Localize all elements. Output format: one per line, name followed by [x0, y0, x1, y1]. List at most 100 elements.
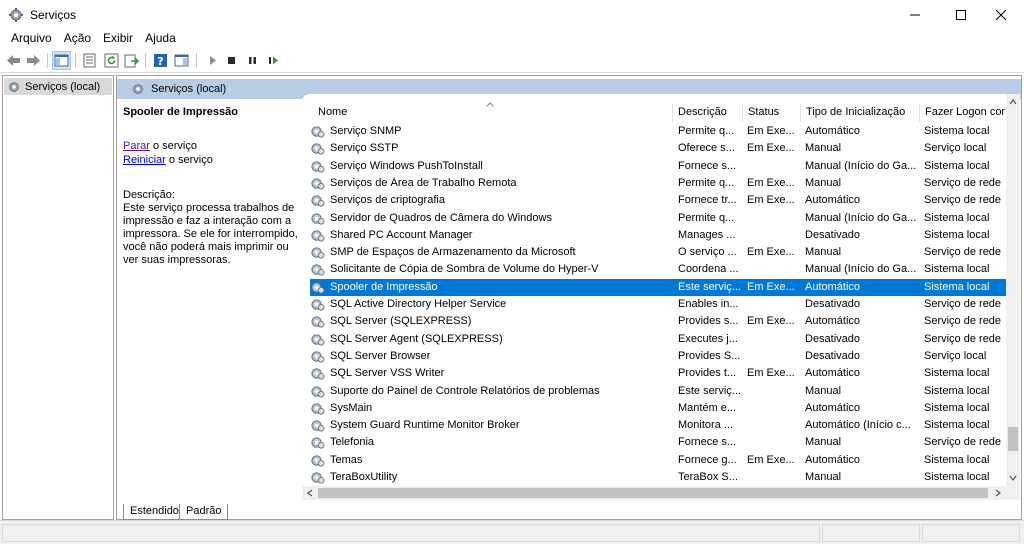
console-tree-icon	[54, 54, 69, 67]
service-description-cell: Este serviç...	[678, 280, 741, 293]
table-row[interactable]: SQL Server VSS Writer Provides t... Em Exe…	[310, 365, 1006, 382]
table-row[interactable]: Serviço SSTP Oferece s... Em Exe... Manual S…	[310, 140, 1006, 157]
vertical-scrollbar[interactable]	[1006, 94, 1020, 486]
pause-service-button[interactable]	[243, 51, 262, 70]
export-list-button[interactable]	[122, 51, 141, 70]
service-name-cell: Serviços de Área de Trabalho Remota	[330, 176, 517, 189]
action-pane-icon	[174, 54, 189, 67]
service-gear-icon	[311, 403, 325, 415]
menu-acao[interactable]: Ação	[58, 30, 97, 48]
service-startup-cell: Automático	[805, 280, 861, 293]
column-separator[interactable]	[800, 104, 801, 122]
service-logon-cell: Serviço de rede	[924, 246, 1002, 259]
stop-service-link[interactable]: Parar	[123, 140, 150, 152]
tab-estendido[interactable]: Estendido	[123, 504, 186, 520]
table-row[interactable]: SMP de Espaços de Armazenamento da Micro…	[310, 244, 1006, 261]
service-status-cell: Em Exe...	[747, 125, 795, 137]
service-rows: Serviço SNMP Permite q... Em Exe... Automát…	[302, 123, 1006, 485]
column-header-startup-type[interactable]: Tipo de Inicialização	[806, 106, 905, 118]
table-row[interactable]: Serviço Windows PushToInstall Fornece s..…	[310, 158, 1006, 175]
service-name-cell: Suporte do Painel de Controle Relatórios…	[330, 384, 600, 397]
table-row[interactable]: SysMain Mantém e... Automático Sistema loca…	[310, 400, 1006, 417]
column-separator[interactable]	[742, 104, 743, 122]
service-name-cell: SMP de Espaços de Armazenamento da Micro…	[330, 246, 576, 259]
service-name-cell: SysMain	[330, 401, 373, 414]
view-tabs: Estendido Padrão	[119, 502, 419, 522]
table-row[interactable]: Servidor de Quadros de Câmera do Windows…	[310, 210, 1006, 227]
vertical-scroll-thumb[interactable]	[1008, 427, 1018, 451]
panel-header-label: Serviços (local)	[151, 83, 227, 95]
table-row[interactable]: TeraBoxUtility TeraBox S... Manual Sistema …	[310, 469, 1006, 485]
scroll-left-icon[interactable]	[306, 489, 314, 497]
properties-button[interactable]	[80, 51, 99, 70]
maximize-icon	[956, 10, 966, 20]
menu-exibir[interactable]: Exibir	[97, 30, 139, 48]
table-row[interactable]: Serviços de criptografia Fornece tr... Em …	[310, 192, 1006, 209]
table-row[interactable]: Solicitante de Cópia de Sombra de Volume…	[310, 261, 1006, 278]
tab-padrao[interactable]: Padrão	[179, 504, 229, 520]
table-row[interactable]: SQL Server Browser Provides S... Desativad…	[310, 348, 1006, 365]
column-separator[interactable]	[672, 104, 673, 122]
scroll-right-icon[interactable]	[994, 489, 1002, 497]
column-header-name[interactable]: Nome	[318, 106, 347, 118]
service-gear-icon	[311, 178, 325, 190]
restart-service-link[interactable]: Reiniciar	[123, 154, 166, 166]
menu-ajuda[interactable]: Ajuda	[139, 30, 182, 48]
service-description-cell: Oferece s...	[678, 142, 735, 155]
close-button[interactable]	[978, 0, 1024, 30]
service-logon-cell: Serviço local	[924, 349, 987, 362]
horizontal-scroll-thumb[interactable]	[318, 488, 988, 498]
tree-item-services-local[interactable]: Serviços (local)	[4, 78, 112, 95]
service-description-cell: Permite q...	[678, 211, 735, 224]
service-logon-cell: Sistema local	[924, 384, 990, 397]
column-header-description[interactable]: Descrição	[678, 106, 727, 118]
column-header-logon[interactable]: Fazer Logon com	[925, 106, 1005, 118]
scroll-down-icon[interactable]	[1009, 474, 1017, 482]
table-row[interactable]: Telefonia Fornece s... Manual Serviço de re…	[310, 434, 1006, 451]
service-description-cell: Fornece s...	[678, 159, 737, 172]
table-row[interactable]: Temas Fornece g... Em Exe... Automático Sist…	[310, 452, 1006, 469]
service-startup-cell: Desativado	[805, 349, 861, 362]
service-gear-icon	[311, 143, 325, 155]
toolbar-separator	[196, 53, 197, 68]
service-status-cell: Em Exe...	[747, 367, 795, 380]
start-service-button[interactable]	[203, 51, 222, 70]
service-description-cell: Este serviç...	[678, 384, 741, 397]
table-row[interactable]: Serviço SNMP Permite q... Em Exe... Automát…	[310, 123, 1006, 140]
table-row[interactable]: Shared PC Account Manager Manages ... Desa…	[310, 227, 1006, 244]
show-hide-console-tree-button[interactable]	[52, 51, 71, 70]
service-gear-icon	[311, 420, 325, 432]
minimize-button[interactable]	[892, 0, 938, 30]
column-header-status[interactable]: Status	[748, 106, 779, 118]
stop-icon	[228, 57, 235, 64]
service-startup-cell: Automático	[805, 367, 861, 380]
table-row[interactable]: SQL Server (SQLEXPRESS) Provides s... Em E…	[310, 313, 1006, 330]
service-logon-cell: Sistema local	[924, 471, 990, 483]
back-button[interactable]	[4, 51, 23, 70]
refresh-button[interactable]	[102, 51, 121, 70]
show-action-pane-button[interactable]	[172, 51, 191, 70]
table-row[interactable]: System Guard Runtime Monitor Broker Monit…	[310, 417, 1006, 434]
restart-service-button[interactable]	[264, 51, 283, 70]
service-logon-cell: Sistema local	[924, 125, 990, 137]
menu-arquivo[interactable]: Arquivo	[5, 30, 58, 48]
table-row[interactable]: SQL Active Directory Helper Service Enabl…	[310, 296, 1006, 313]
scroll-up-icon[interactable]	[1009, 98, 1017, 106]
service-description-cell: Executes j...	[678, 332, 738, 345]
service-gear-icon	[311, 195, 325, 207]
service-logon-cell: Sistema local	[924, 280, 990, 293]
service-startup-cell: Manual	[805, 246, 842, 259]
table-row[interactable]: Suporte do Painel de Controle Relatórios…	[310, 383, 1006, 400]
service-name-cell: Spooler de Impressão	[330, 280, 438, 293]
table-row[interactable]: Serviços de Área de Trabalho Remota Permi…	[310, 175, 1006, 192]
table-row[interactable]: SQL Server Agent (SQLEXPRESS) Executes j.…	[310, 331, 1006, 348]
table-row-selected[interactable]: Spooler de Impressão Este serviç... Em Exe…	[310, 278, 1006, 296]
service-description-cell: TeraBox S...	[678, 471, 738, 483]
selected-service-name: Spooler de Impressão	[123, 106, 238, 118]
help-button[interactable]: ?	[151, 51, 170, 70]
service-status-cell: Em Exe...	[747, 142, 795, 155]
stop-service-button[interactable]	[222, 51, 241, 70]
horizontal-scrollbar[interactable]	[302, 486, 1006, 500]
forward-button[interactable]	[24, 51, 43, 70]
column-separator[interactable]	[919, 104, 920, 122]
